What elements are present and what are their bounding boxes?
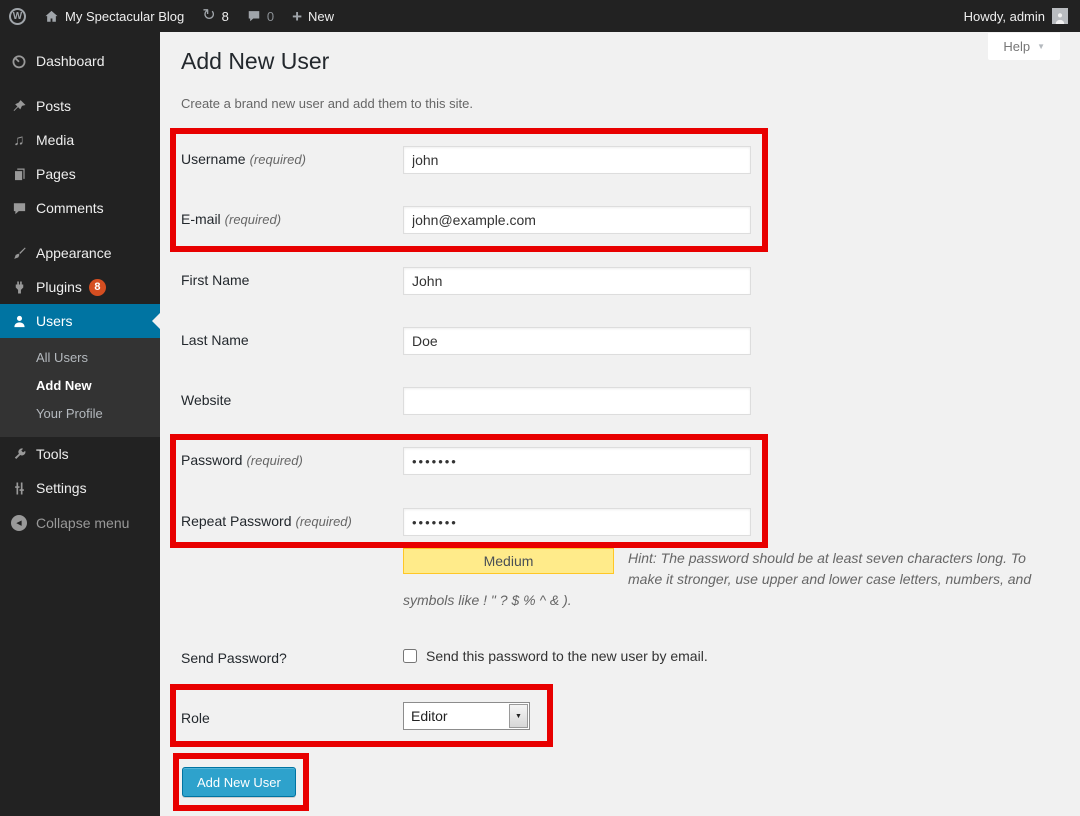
menu-separator — [0, 78, 160, 89]
sidebar-item-users[interactable]: Users — [0, 304, 160, 338]
sidebar-item-label: Plugins — [36, 279, 82, 295]
sidebar-item-label: Tools — [36, 446, 69, 462]
role-selected-value: Editor — [404, 708, 509, 724]
plugin-icon — [9, 277, 29, 297]
user-avatar — [1052, 8, 1068, 24]
password-strength-indicator: Medium — [403, 548, 614, 574]
repeat-password-label: Repeat Password (required) — [181, 513, 352, 529]
website-label: Website — [181, 392, 231, 408]
required-note: (required) — [250, 152, 306, 167]
home-icon — [44, 9, 59, 24]
main-content: Help ▼ Add New User Create a brand new u… — [160, 32, 1080, 816]
menu-separator — [0, 225, 160, 236]
pages-icon — [9, 164, 29, 184]
last-name-field[interactable] — [403, 327, 751, 355]
help-label: Help — [1003, 39, 1030, 54]
sidebar-item-plugins[interactable]: Plugins 8 — [0, 270, 160, 304]
sidebar-item-label: Posts — [36, 98, 71, 114]
repeat-password-field[interactable] — [403, 508, 751, 536]
sidebar-item-tools[interactable]: Tools — [0, 437, 160, 471]
username-label-text: Username — [181, 151, 246, 167]
plugins-update-badge: 8 — [89, 279, 106, 296]
new-content-menu[interactable]: + New — [283, 0, 343, 32]
add-new-user-button[interactable]: Add New User — [182, 767, 296, 797]
page-title: Add New User — [181, 48, 329, 75]
updates-menu[interactable]: ↻ 8 — [193, 0, 238, 32]
send-password-checkbox-text: Send this password to the new user by em… — [426, 648, 708, 664]
sidebar-item-label: Settings — [36, 480, 87, 496]
email-label: E-mail (required) — [181, 211, 281, 227]
collapse-arrow-icon: ◀ — [9, 513, 29, 533]
help-tab-button[interactable]: Help ▼ — [988, 33, 1060, 60]
dropdown-arrow-icon: ▼ — [509, 704, 528, 728]
password-hint-area: Medium Hint: The password should be at l… — [403, 548, 1033, 611]
submenu-item-add-new[interactable]: Add New — [0, 372, 160, 400]
collapse-menu-button[interactable]: ◀ Collapse menu — [0, 506, 160, 540]
updates-icon: ↻ — [202, 8, 215, 24]
wrench-icon — [9, 444, 29, 464]
users-icon — [9, 311, 29, 331]
website-field[interactable] — [403, 387, 751, 415]
role-label: Role — [181, 710, 210, 726]
wordpress-logo-icon: W — [9, 8, 26, 25]
sidebar-item-label: Comments — [36, 200, 104, 216]
send-password-label: Send Password? — [181, 650, 287, 666]
paintbrush-icon — [9, 243, 29, 263]
sidebar-item-label: Dashboard — [36, 53, 105, 69]
sidebar-item-dashboard[interactable]: Dashboard — [0, 44, 160, 78]
sidebar-item-appearance[interactable]: Appearance — [0, 236, 160, 270]
comments-count: 0 — [267, 9, 274, 24]
sliders-icon — [9, 478, 29, 498]
comments-menu[interactable]: 0 — [238, 0, 283, 32]
first-name-field[interactable] — [403, 267, 751, 295]
sidebar-item-posts[interactable]: Posts — [0, 89, 160, 123]
required-note: (required) — [246, 453, 302, 468]
required-note: (required) — [296, 514, 352, 529]
comment-bubble-icon — [247, 9, 261, 23]
page-subtitle: Create a brand new user and add them to … — [181, 96, 473, 111]
password-label-text: Password — [181, 452, 242, 468]
submenu-item-all-users[interactable]: All Users — [0, 344, 160, 372]
send-password-checkbox[interactable] — [403, 649, 417, 663]
username-label: Username (required) — [181, 151, 306, 167]
dashboard-icon — [9, 51, 29, 71]
sidebar-item-label: Pages — [36, 166, 76, 182]
email-label-text: E-mail — [181, 211, 221, 227]
password-field[interactable] — [403, 447, 751, 475]
wordpress-logo-menu[interactable]: W — [0, 0, 35, 32]
last-name-label: Last Name — [181, 332, 249, 348]
sidebar-item-label: Media — [36, 132, 74, 148]
username-field[interactable] — [403, 146, 751, 174]
sidebar-item-label: Appearance — [36, 245, 112, 261]
sidebar-item-media[interactable]: ♫ Media — [0, 123, 160, 157]
admin-bar: W My Spectacular Blog ↻ 8 0 + New Howdy,… — [0, 0, 1080, 32]
role-select[interactable]: Editor ▼ — [403, 702, 530, 730]
admin-sidebar-menu: Dashboard Posts ♫ Media Pages Comments A… — [0, 32, 160, 816]
plus-icon: + — [292, 8, 302, 25]
collapse-menu-label: Collapse menu — [36, 515, 129, 531]
site-name-link[interactable]: My Spectacular Blog — [35, 0, 193, 32]
required-note: (required) — [225, 212, 281, 227]
repeat-password-label-text: Repeat Password — [181, 513, 292, 529]
email-field[interactable] — [403, 206, 751, 234]
sidebar-item-label: Users — [36, 313, 73, 329]
password-label: Password (required) — [181, 452, 303, 468]
updates-count: 8 — [222, 9, 229, 24]
pushpin-icon — [9, 96, 29, 116]
new-label: New — [308, 9, 334, 24]
sidebar-item-pages[interactable]: Pages — [0, 157, 160, 191]
comments-icon — [9, 198, 29, 218]
send-password-option[interactable]: Send this password to the new user by em… — [403, 648, 708, 664]
chevron-down-icon: ▼ — [1037, 42, 1045, 51]
media-icon: ♫ — [9, 130, 29, 150]
howdy-text: Howdy, admin — [964, 9, 1045, 24]
submenu-item-your-profile[interactable]: Your Profile — [0, 400, 160, 428]
sidebar-item-settings[interactable]: Settings — [0, 471, 160, 505]
site-name: My Spectacular Blog — [65, 9, 184, 24]
first-name-label: First Name — [181, 272, 249, 288]
my-account-menu[interactable]: Howdy, admin — [952, 0, 1080, 32]
sidebar-item-comments[interactable]: Comments — [0, 191, 160, 225]
users-submenu: All Users Add New Your Profile — [0, 338, 160, 437]
